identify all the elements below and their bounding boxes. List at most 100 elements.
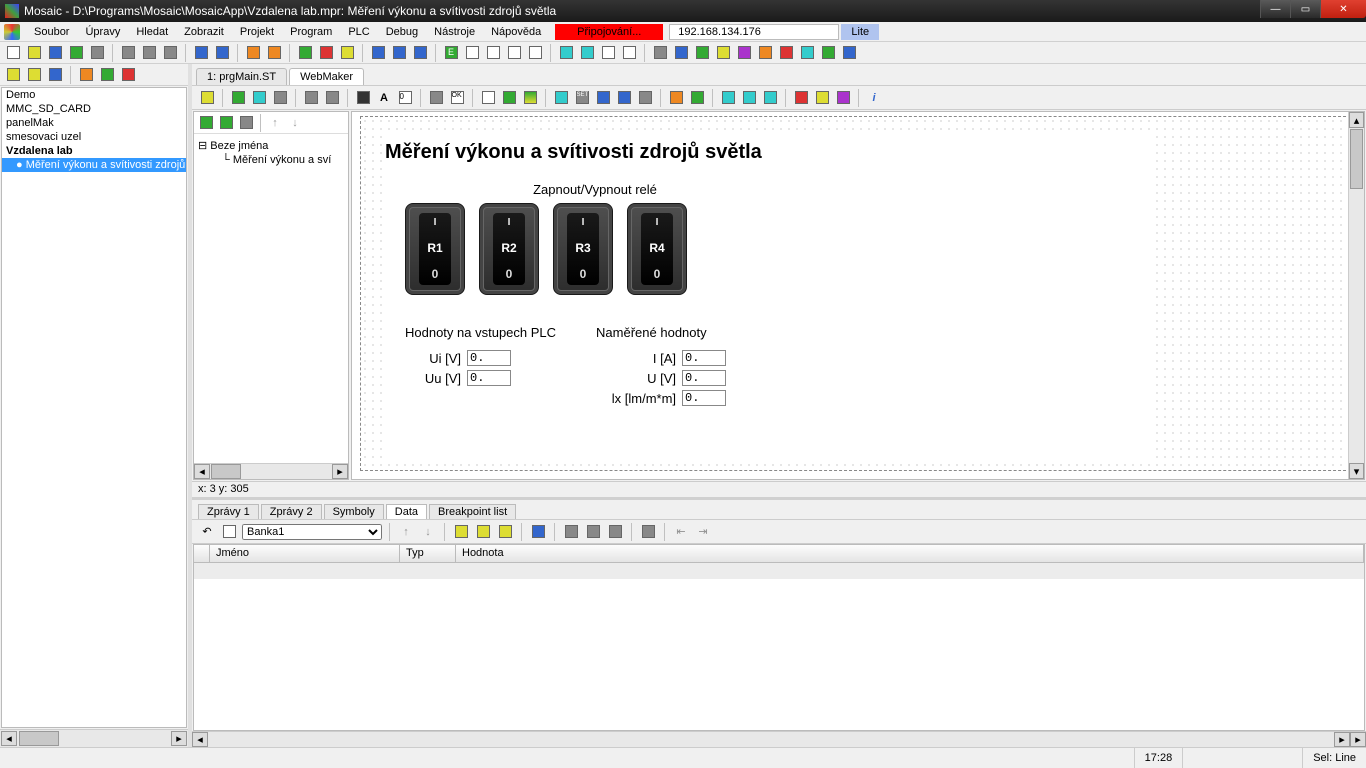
- menu-zobrazit[interactable]: Zobrazit: [176, 24, 232, 40]
- bp-mus-icon[interactable]: [584, 523, 602, 541]
- tb-extra5-icon[interactable]: [735, 44, 753, 62]
- bp-tab-breakpoint[interactable]: Breakpoint list: [429, 504, 516, 519]
- tb-stop-icon[interactable]: [317, 44, 335, 62]
- bp-expand-icon[interactable]: ⇤: [672, 523, 690, 541]
- tb-open-icon[interactable]: [25, 44, 43, 62]
- minimize-button[interactable]: —: [1260, 0, 1290, 18]
- bank-select[interactable]: Banka1: [242, 524, 382, 540]
- tb-table-icon[interactable]: [599, 44, 617, 62]
- wm-new-icon[interactable]: [229, 89, 247, 107]
- project-tree[interactable]: Demo MMC_SD_CARD panelMak smesovaci uzel…: [1, 87, 187, 728]
- tb-panel4-icon[interactable]: [526, 44, 544, 62]
- scroll-right-icon[interactable]: ▸: [1334, 732, 1350, 747]
- bp-xml-icon[interactable]: [529, 523, 547, 541]
- lt-new-icon[interactable]: [4, 66, 22, 84]
- tb-compile-icon[interactable]: [244, 44, 262, 62]
- tb-paste-icon[interactable]: [161, 44, 179, 62]
- menu-napoveda[interactable]: Nápověda: [483, 24, 549, 40]
- tb-wrench-icon[interactable]: [88, 44, 106, 62]
- maximize-button[interactable]: ▭: [1290, 0, 1320, 18]
- relay-switch-2[interactable]: IR20: [479, 203, 539, 295]
- tb-extra4-icon[interactable]: [714, 44, 732, 62]
- tb-scope-icon[interactable]: [578, 44, 596, 62]
- wm-gear-icon[interactable]: [834, 89, 852, 107]
- bp-up-icon[interactable]: ↑: [397, 523, 415, 541]
- menu-upravy[interactable]: Úpravy: [77, 24, 128, 40]
- close-button[interactable]: ✕: [1320, 0, 1366, 18]
- tb-e-icon[interactable]: E: [442, 44, 460, 62]
- input-i[interactable]: [682, 350, 726, 366]
- col-typ[interactable]: Typ: [400, 545, 456, 562]
- scroll-thumb[interactable]: [1350, 129, 1363, 189]
- left-hscroll[interactable]: ◂ ▸: [0, 729, 188, 747]
- tb-extra10-icon[interactable]: [840, 44, 858, 62]
- bp-tab-zpravy1[interactable]: Zprávy 1: [198, 504, 259, 519]
- tb-stepout-icon[interactable]: [411, 44, 429, 62]
- tb-plug-icon[interactable]: [67, 44, 85, 62]
- wm-set-icon[interactable]: SET: [573, 89, 591, 107]
- menu-debug[interactable]: Debug: [378, 24, 426, 40]
- scroll-right-icon[interactable]: ▸: [171, 731, 187, 746]
- tb-pause-icon[interactable]: [338, 44, 356, 62]
- page-tree-child[interactable]: └ Měření výkonu a sví: [198, 153, 344, 167]
- scroll-up-icon[interactable]: ▴: [1349, 112, 1364, 128]
- menu-program[interactable]: Program: [282, 24, 340, 40]
- relay-switch-1[interactable]: IR10: [405, 203, 465, 295]
- tree-item[interactable]: MMC_SD_CARD: [2, 102, 186, 116]
- tb-watch-icon[interactable]: [557, 44, 575, 62]
- tree-item-selected[interactable]: Měření výkonu a svítivosti zdrojů…: [2, 158, 186, 172]
- bp-glasses-icon[interactable]: [562, 523, 580, 541]
- tree-item[interactable]: smesovaci uzel: [2, 130, 186, 144]
- tb-extra7-icon[interactable]: [777, 44, 795, 62]
- tb-undo-icon[interactable]: [192, 44, 210, 62]
- tb-extra9-icon[interactable]: [819, 44, 837, 62]
- pt-add-icon[interactable]: [197, 114, 215, 132]
- scroll-down-icon[interactable]: ▾: [1349, 463, 1364, 479]
- data-table[interactable]: Jméno Typ Hodnota: [193, 544, 1365, 731]
- wm-redo-icon[interactable]: [323, 89, 341, 107]
- tb-cut-icon[interactable]: [119, 44, 137, 62]
- scroll-left-icon[interactable]: ◂: [194, 464, 210, 479]
- bp-list-icon[interactable]: [220, 523, 238, 541]
- wm-paste-icon[interactable]: [740, 89, 758, 107]
- tree-item-active-project[interactable]: Vzdalena lab: [2, 144, 186, 158]
- lt-open-icon[interactable]: [25, 66, 43, 84]
- tb-extra6-icon[interactable]: [756, 44, 774, 62]
- menu-nastroje[interactable]: Nástroje: [426, 24, 483, 40]
- bp-tab-symboly[interactable]: Symboly: [324, 504, 384, 519]
- col-hodnota[interactable]: Hodnota: [456, 545, 1364, 562]
- canvas-hscroll[interactable]: ◂ ▸: [192, 731, 1350, 747]
- scroll-thumb[interactable]: [19, 731, 59, 746]
- tab-webmaker[interactable]: WebMaker: [289, 68, 364, 85]
- wm-save-icon[interactable]: [271, 89, 289, 107]
- design-canvas[interactable]: Měření výkonu a svítivosti zdrojů světla…: [351, 111, 1365, 480]
- tb-step-icon[interactable]: [369, 44, 387, 62]
- bp-mus2-icon[interactable]: [606, 523, 624, 541]
- tb-stepin-icon[interactable]: [390, 44, 408, 62]
- col-expand[interactable]: [194, 545, 210, 562]
- tb-extra2-icon[interactable]: [672, 44, 690, 62]
- lt-zap-icon[interactable]: [119, 66, 137, 84]
- tb-build-icon[interactable]: [265, 44, 283, 62]
- input-uu[interactable]: [467, 370, 511, 386]
- wm-flag-icon[interactable]: [792, 89, 810, 107]
- tb-grid-icon[interactable]: [620, 44, 638, 62]
- wm-home-icon[interactable]: [667, 89, 685, 107]
- bp-undo-icon[interactable]: ↶: [198, 523, 216, 541]
- lt-refresh-icon[interactable]: [98, 66, 116, 84]
- bp-cart2-icon[interactable]: [474, 523, 492, 541]
- bp-tab-data[interactable]: Data: [386, 504, 427, 519]
- menu-projekt[interactable]: Projekt: [232, 24, 282, 40]
- tb-extra3-icon[interactable]: [693, 44, 711, 62]
- wm-grad-icon[interactable]: [521, 89, 539, 107]
- tb-new-icon[interactable]: [4, 44, 22, 62]
- menu-plc[interactable]: PLC: [340, 24, 377, 40]
- scroll-right-icon[interactable]: ▸: [332, 464, 348, 479]
- input-u[interactable]: [682, 370, 726, 386]
- bp-cart1-icon[interactable]: [452, 523, 470, 541]
- tb-copy-icon[interactable]: [140, 44, 158, 62]
- wm-fill-icon[interactable]: [500, 89, 518, 107]
- menu-hledat[interactable]: Hledat: [128, 24, 176, 40]
- wm-img-icon[interactable]: [552, 89, 570, 107]
- input-lx[interactable]: [682, 390, 726, 406]
